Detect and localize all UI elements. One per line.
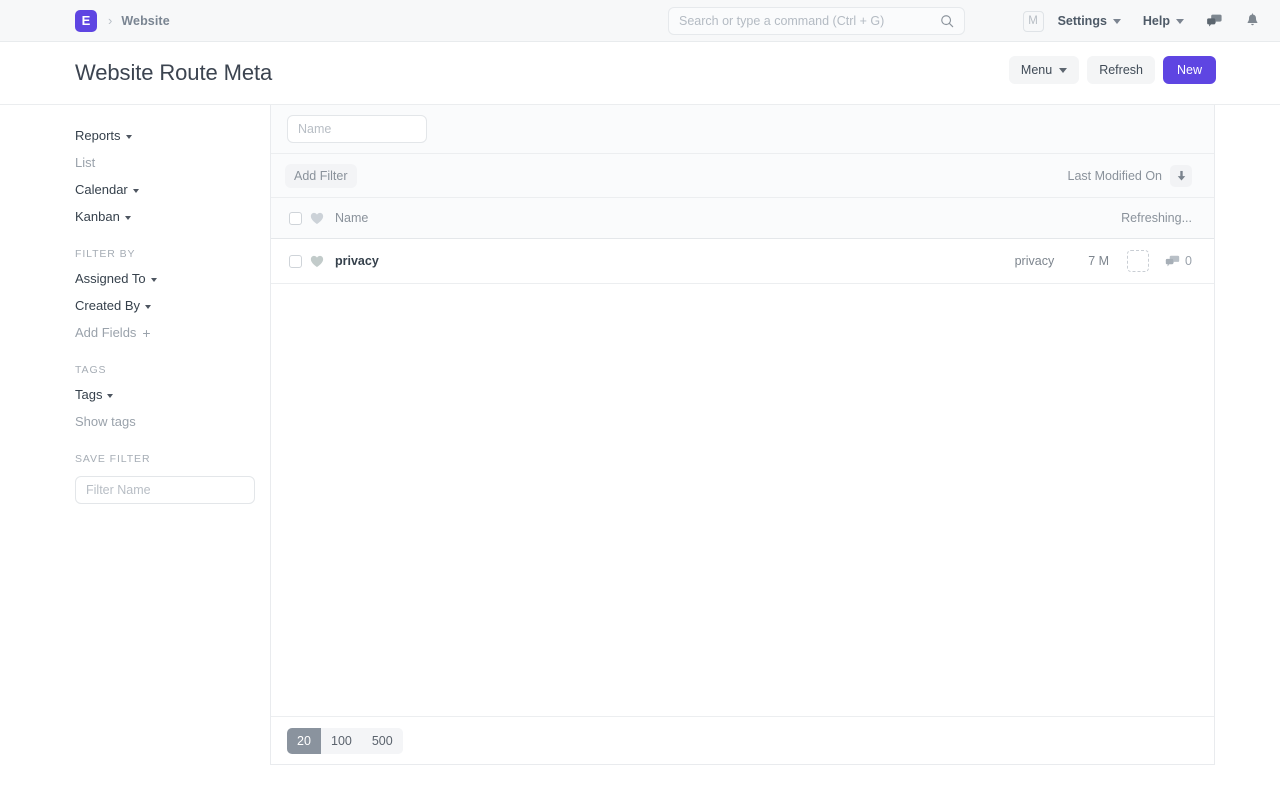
show-tags-toggle[interactable]: Show tags bbox=[75, 414, 136, 429]
chevron-down-icon bbox=[1176, 19, 1184, 24]
search-input[interactable] bbox=[679, 14, 940, 28]
sidebar: Reports List Calendar Kanban FILTER BY A… bbox=[0, 105, 270, 799]
notifications-bell-button[interactable] bbox=[1245, 13, 1260, 29]
settings-label: Settings bbox=[1058, 14, 1107, 28]
menu-button[interactable]: Menu bbox=[1009, 56, 1079, 84]
sidebar-item-label: Tags bbox=[75, 387, 102, 402]
settings-dropdown[interactable]: Settings bbox=[1058, 14, 1121, 28]
search-icon bbox=[940, 14, 954, 28]
comment-count-value: 0 bbox=[1185, 254, 1192, 268]
tags-heading: TAGS bbox=[75, 364, 270, 376]
notifications-chat-button[interactable] bbox=[1206, 13, 1223, 29]
like-icon[interactable] bbox=[310, 255, 324, 268]
select-all-checkbox[interactable] bbox=[289, 212, 302, 225]
chevron-down-icon bbox=[126, 135, 132, 139]
help-dropdown[interactable]: Help bbox=[1143, 14, 1184, 28]
sidebar-item-label: Assigned To bbox=[75, 271, 146, 286]
sidebar-item-label: Calendar bbox=[75, 182, 128, 197]
menu-label: Menu bbox=[1021, 63, 1052, 77]
page-size-20[interactable]: 20 bbox=[287, 728, 321, 754]
sidebar-item-label: Created By bbox=[75, 298, 140, 313]
avatar[interactable]: M bbox=[1023, 11, 1044, 32]
name-filter-input[interactable] bbox=[287, 115, 427, 143]
app-logo-icon[interactable]: E bbox=[75, 10, 97, 32]
assign-avatar-placeholder[interactable] bbox=[1127, 250, 1149, 272]
sidebar-item-reports[interactable]: Reports bbox=[75, 128, 132, 143]
row-checkbox[interactable] bbox=[289, 255, 302, 268]
comment-icon bbox=[1165, 255, 1180, 268]
sort-descending-arrow-icon bbox=[1176, 170, 1187, 182]
list-header-row: Name Refreshing... bbox=[271, 198, 1214, 239]
plus-icon: + bbox=[142, 326, 150, 340]
add-fields-button[interactable]: Add Fields + bbox=[75, 325, 151, 340]
page-title: Website Route Meta bbox=[75, 60, 272, 86]
sidebar-item-list[interactable]: List bbox=[75, 155, 95, 170]
table-row[interactable]: privacy privacy 7 M 0 bbox=[271, 239, 1214, 284]
list-empty-area bbox=[271, 284, 1214, 716]
sort-direction-button[interactable] bbox=[1170, 165, 1192, 187]
sidebar-item-label: Reports bbox=[75, 128, 121, 143]
navbar-right: M Settings Help bbox=[1023, 0, 1262, 42]
list-footer: 20 100 500 bbox=[271, 716, 1214, 764]
row-comment-count[interactable]: 0 bbox=[1165, 254, 1192, 268]
refresh-button[interactable]: Refresh bbox=[1087, 56, 1155, 84]
sidebar-filter-assigned-to[interactable]: Assigned To bbox=[75, 271, 157, 286]
sidebar-item-calendar[interactable]: Calendar bbox=[75, 182, 139, 197]
column-header-name[interactable]: Name bbox=[335, 211, 368, 225]
global-search[interactable] bbox=[668, 7, 965, 35]
top-navbar: E › Website M Settings Help bbox=[0, 0, 1280, 42]
add-filter-button[interactable]: Add Filter bbox=[285, 164, 357, 188]
row-route-value: privacy bbox=[1015, 254, 1055, 268]
page-size-500[interactable]: 500 bbox=[362, 728, 403, 754]
sidebar-item-label: List bbox=[75, 155, 95, 170]
page-body: Reports List Calendar Kanban FILTER BY A… bbox=[0, 105, 1280, 799]
chevron-down-icon bbox=[133, 189, 139, 193]
sidebar-item-kanban[interactable]: Kanban bbox=[75, 209, 131, 224]
list-container: Add Filter Last Modified On Name bbox=[270, 105, 1215, 765]
filter-by-heading: FILTER BY bbox=[75, 248, 270, 260]
chevron-down-icon bbox=[107, 394, 113, 398]
sidebar-tags-dropdown[interactable]: Tags bbox=[75, 387, 113, 402]
navbar-left: E › Website bbox=[0, 10, 170, 32]
help-label: Help bbox=[1143, 14, 1170, 28]
chevron-down-icon bbox=[151, 278, 157, 282]
page-header: Website Route Meta Menu Refresh New bbox=[0, 42, 1280, 105]
breadcrumb-chevron-icon: › bbox=[108, 14, 112, 27]
chevron-down-icon bbox=[145, 305, 151, 309]
chevron-down-icon bbox=[1113, 19, 1121, 24]
row-name-link[interactable]: privacy bbox=[335, 254, 379, 268]
page-size-selector: 20 100 500 bbox=[287, 728, 403, 754]
sort-field-label[interactable]: Last Modified On bbox=[1068, 169, 1163, 183]
refresh-status-text: Refreshing... bbox=[1121, 211, 1192, 225]
page-size-100[interactable]: 100 bbox=[321, 728, 362, 754]
save-filter-heading: SAVE FILTER bbox=[75, 453, 270, 465]
sidebar-filter-created-by[interactable]: Created By bbox=[75, 298, 151, 313]
standard-filter-section bbox=[271, 105, 1214, 154]
sidebar-item-label: Kanban bbox=[75, 209, 120, 224]
filter-bar: Add Filter Last Modified On bbox=[271, 154, 1214, 198]
filter-name-input[interactable] bbox=[75, 476, 255, 504]
chevron-down-icon bbox=[125, 216, 131, 220]
sidebar-item-label: Show tags bbox=[75, 414, 136, 429]
new-button[interactable]: New bbox=[1163, 56, 1216, 84]
chevron-down-icon bbox=[1059, 68, 1067, 73]
row-modified-value: 7 M bbox=[1088, 254, 1109, 268]
page-actions: Menu Refresh New bbox=[1009, 56, 1216, 84]
breadcrumb-item-website[interactable]: Website bbox=[121, 14, 169, 28]
row-meta: privacy 7 M 0 bbox=[1015, 250, 1192, 272]
sidebar-item-label: Add Fields bbox=[75, 325, 136, 340]
like-icon bbox=[310, 212, 324, 225]
sort-selector: Last Modified On bbox=[1068, 165, 1193, 187]
